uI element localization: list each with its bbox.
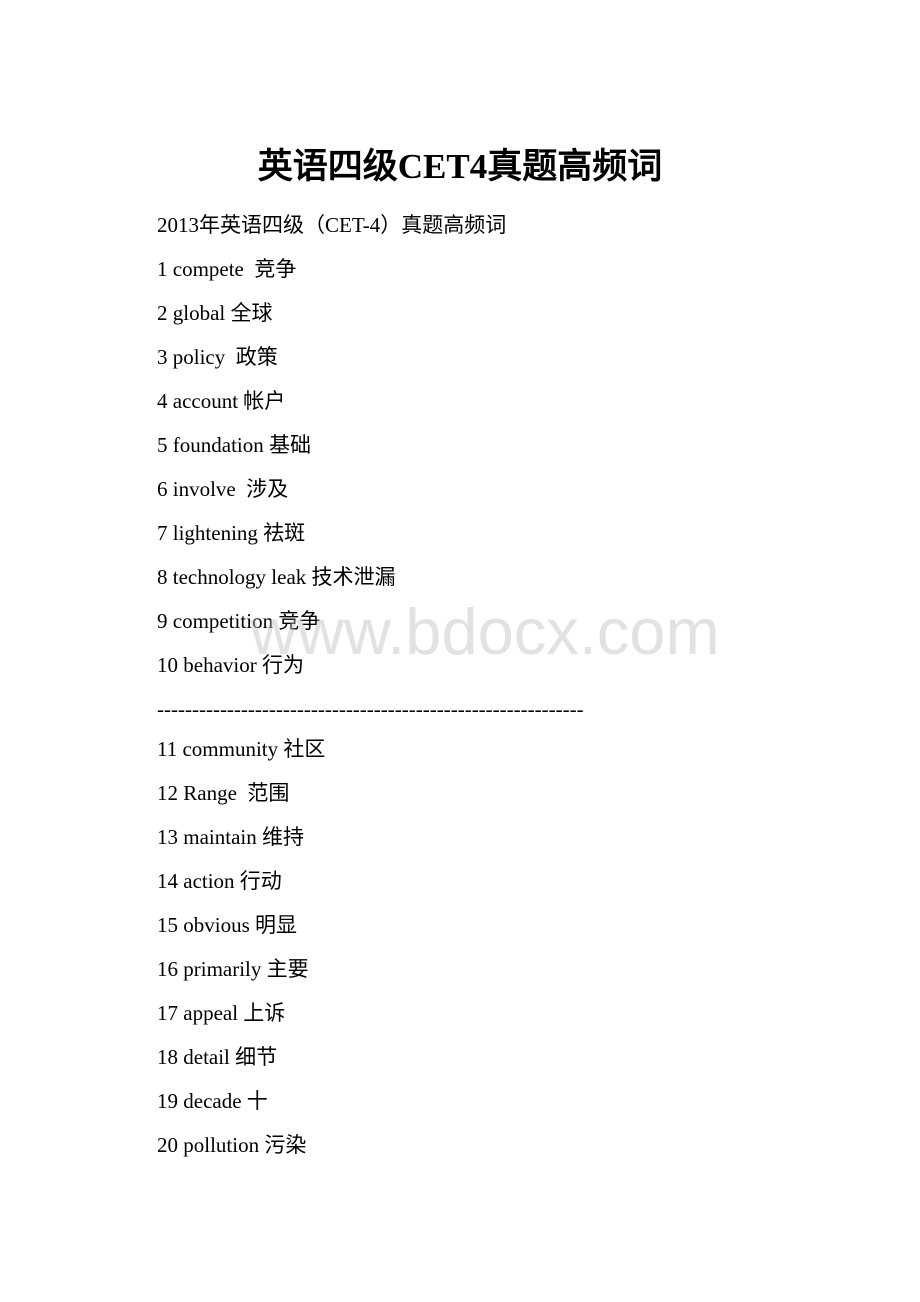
word-entry: 12 Range 范围 xyxy=(157,781,290,805)
word-entry: 17 appeal 上诉 xyxy=(157,1001,286,1025)
word-entry: 13 maintain 维持 xyxy=(157,825,304,849)
word-entry: 3 policy 政策 xyxy=(157,345,278,369)
word-entry: 16 primarily 主要 xyxy=(157,957,309,981)
word-entry: 15 obvious 明显 xyxy=(157,913,298,937)
word-entry: 18 detail 细节 xyxy=(157,1045,278,1069)
word-entry: 8 technology leak 技术泄漏 xyxy=(157,565,396,589)
word-entry: 2 global 全球 xyxy=(157,301,273,325)
word-entry: 10 behavior 行为 xyxy=(157,653,304,677)
word-entry: 4 account 帐户 xyxy=(157,389,286,413)
word-entry: 1 compete 竞争 xyxy=(157,257,297,281)
document-subtitle: 2013年英语四级（CET-4）真题高频词 xyxy=(157,213,507,237)
word-entry: 20 pollution 污染 xyxy=(157,1133,307,1157)
word-entry: 19 decade 十 xyxy=(157,1089,268,1113)
document-page: 英语四级CET4真题高频词 2013年英语四级（CET-4）真题高频词 1 co… xyxy=(0,0,920,1302)
section-separator: ----------------------------------------… xyxy=(157,697,584,721)
watermark: www.bdocx.com xyxy=(250,595,720,668)
word-entry: 14 action 行动 xyxy=(157,869,282,893)
word-entry: 7 lightening 祛斑 xyxy=(157,521,306,545)
document-title: 英语四级CET4真题高频词 xyxy=(257,147,663,186)
word-entry: 5 foundation 基础 xyxy=(157,433,311,457)
word-entry: 11 community 社区 xyxy=(157,737,326,761)
word-entry: 6 involve 涉及 xyxy=(157,477,289,501)
word-entry: 9 competition 竞争 xyxy=(157,609,321,633)
